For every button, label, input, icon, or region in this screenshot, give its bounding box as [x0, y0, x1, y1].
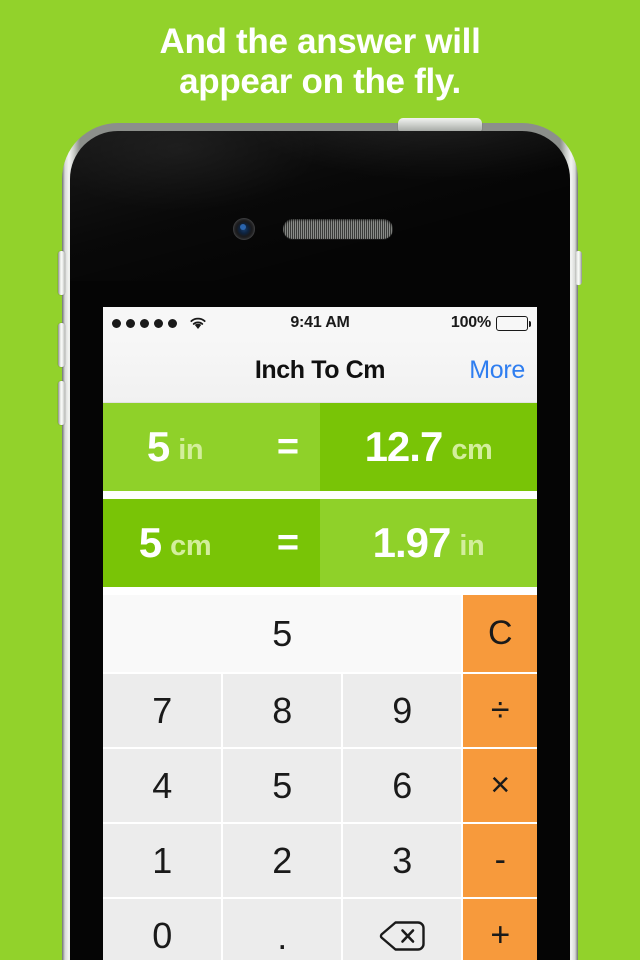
clear-button[interactable]: C [463, 595, 537, 672]
key-6[interactable]: 6 [343, 749, 461, 822]
battery-percent-label: 100% [450, 314, 491, 331]
conversion-row-1-right: 12.7 cm [320, 403, 537, 491]
status-bar-right: 100% [450, 314, 531, 332]
keypad-row-1: 7 8 9 ÷ [103, 674, 537, 747]
keypad-row-3: 1 2 3 - [103, 824, 537, 897]
conversion-row-2-left-unit: cm [170, 529, 212, 562]
key-1[interactable]: 1 [103, 824, 221, 897]
plus-button[interactable]: + [463, 899, 537, 960]
promo-headline: And the answer will appear on the fly. [0, 22, 640, 102]
conversion-row-2-left: 5 cm = [103, 499, 320, 587]
iphone-device-mockup: 9:41 AM 100% Inch To Cm More 5 in = 12.7… [58, 118, 582, 960]
decimal-point-button[interactable]: . [223, 899, 341, 960]
calculator-keypad: 5 C 7 8 9 ÷ 4 5 6 × 1 2 3 - 0 . + [103, 595, 537, 960]
keypad-row-2: 4 5 6 × [103, 749, 537, 822]
conversion-row-2-right: 1.97 in [320, 499, 537, 587]
earpiece-speaker-icon [283, 219, 393, 239]
conversion-row-2-equals: = [276, 522, 300, 564]
key-9[interactable]: 9 [343, 674, 461, 747]
key-7[interactable]: 7 [103, 674, 221, 747]
glass-reflection [70, 131, 570, 281]
navigation-bar: Inch To Cm More [103, 339, 537, 403]
conversion-row-1[interactable]: 5 in = 12.7 cm [103, 403, 537, 491]
key-4[interactable]: 4 [103, 749, 221, 822]
minus-button[interactable]: - [463, 824, 537, 897]
promo-headline-line-1: And the answer will [159, 22, 481, 61]
volume-down-button[interactable] [58, 381, 65, 425]
conversion-row-2-right-value: 1.97 [372, 519, 452, 566]
keypad-row-4: 0 . + [103, 899, 537, 960]
conversion-row-2-right-unit: in [459, 529, 485, 562]
front-camera-icon [233, 218, 255, 240]
conversion-row-1-right-value: 12.7 [364, 423, 444, 470]
key-3[interactable]: 3 [343, 824, 461, 897]
conversion-row-1-equals: = [276, 426, 300, 468]
device-front-face: 9:41 AM 100% Inch To Cm More 5 in = 12.7… [70, 131, 570, 960]
calculator-display[interactable]: 5 [103, 595, 461, 672]
power-button[interactable] [398, 118, 482, 132]
mute-switch[interactable] [58, 251, 65, 295]
right-side-button[interactable] [575, 251, 582, 285]
promo-headline-line-2: appear on the fly. [179, 62, 461, 101]
divide-button[interactable]: ÷ [463, 674, 537, 747]
conversion-row-2-left-value: 5 [138, 519, 162, 566]
battery-full-icon [496, 315, 531, 331]
key-0[interactable]: 0 [103, 899, 221, 960]
backspace-button[interactable] [343, 899, 461, 960]
conversion-row-1-left-value: 5 [146, 423, 170, 470]
more-button[interactable]: More [469, 356, 525, 385]
conversion-row-1-left-unit: in [178, 433, 204, 466]
key-2[interactable]: 2 [223, 824, 341, 897]
status-bar: 9:41 AM 100% [103, 307, 537, 339]
keypad-row-display: 5 C [103, 595, 537, 672]
backspace-delete-icon [379, 920, 425, 951]
conversion-row-2[interactable]: 5 cm = 1.97 in [103, 499, 537, 587]
key-8[interactable]: 8 [223, 674, 341, 747]
phone-screen: 9:41 AM 100% Inch To Cm More 5 in = 12.7… [103, 307, 537, 960]
conversion-results-area: 5 in = 12.7 cm 5 cm = 1.97 in [103, 403, 537, 587]
conversion-row-1-right-unit: cm [451, 433, 493, 466]
key-5[interactable]: 5 [223, 749, 341, 822]
volume-up-button[interactable] [58, 323, 65, 367]
multiply-button[interactable]: × [463, 749, 537, 822]
conversion-row-1-left: 5 in = [103, 403, 320, 491]
